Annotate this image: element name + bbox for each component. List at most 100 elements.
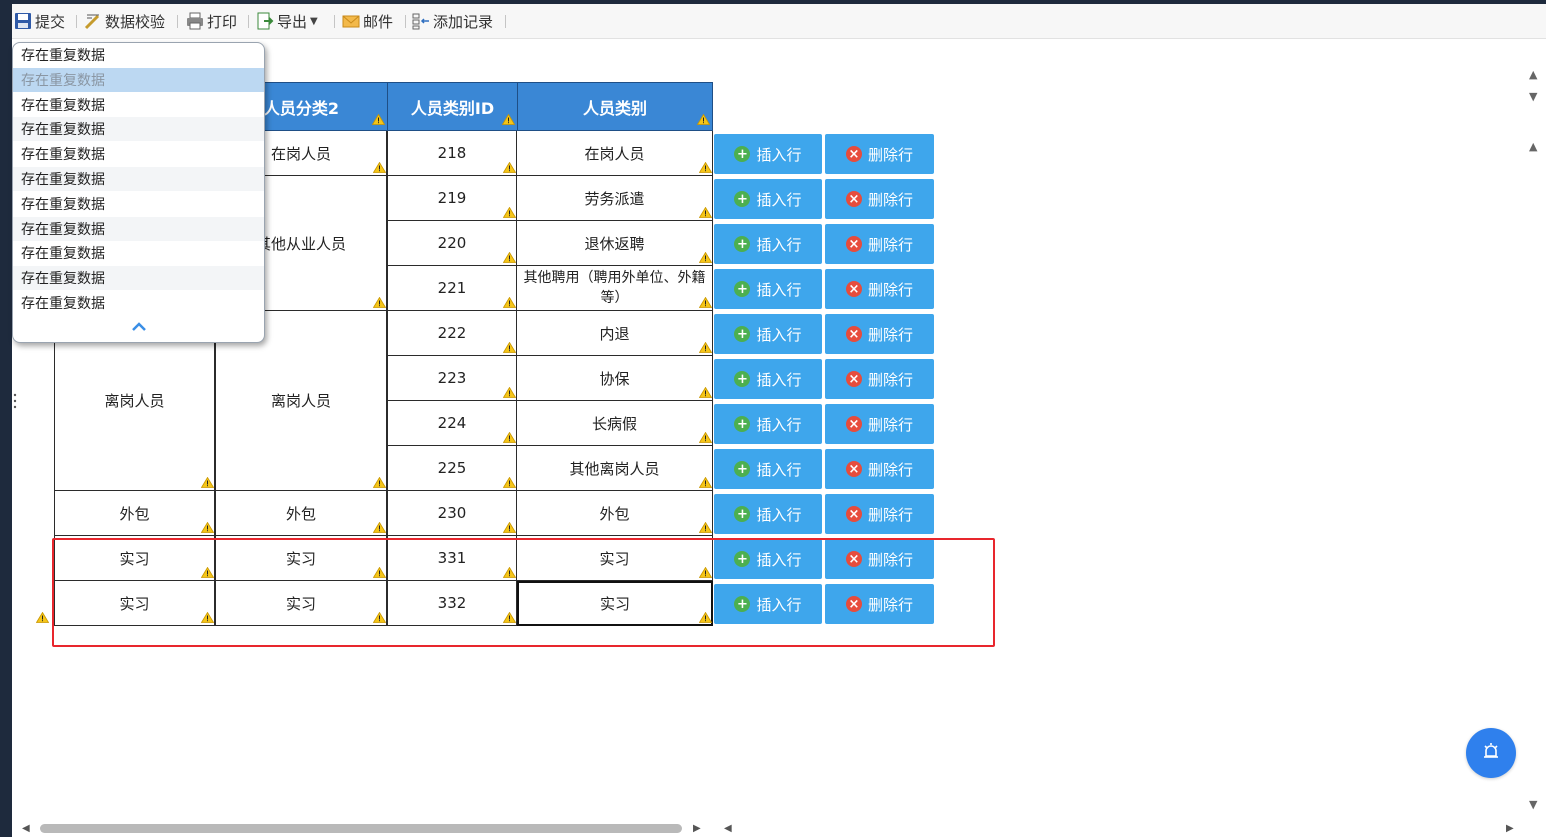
warning-icon — [503, 522, 516, 533]
category-id-cell[interactable]: 218 — [387, 131, 517, 176]
popup-item[interactable]: 存在重复数据 — [13, 43, 264, 67]
popup-item[interactable]: 存在重复数据 — [13, 291, 264, 315]
popup-item[interactable]: 存在重复数据 — [13, 67, 264, 92]
category-id-cell[interactable]: 225 — [387, 446, 517, 491]
collapse-chevron-icon[interactable] — [131, 321, 147, 333]
add-record-button[interactable]: 添加记录 — [412, 9, 493, 33]
scroll-left-icon[interactable]: ◀ — [724, 823, 732, 834]
horizontal-scrollbar-right[interactable]: ◀ ▶ — [720, 820, 1520, 836]
category-id-cell[interactable]: 221 — [387, 266, 517, 311]
delete-row-button[interactable]: × 删除行 — [825, 269, 934, 309]
cell-text: 长病假 — [591, 414, 637, 433]
category-type-cell[interactable]: 其他离岗人员 — [517, 446, 713, 491]
print-button[interactable]: 打印 — [186, 9, 237, 33]
insert-row-button[interactable]: + 插入行 — [714, 359, 822, 399]
scrollbar-thumb[interactable] — [40, 824, 682, 833]
category-type-cell[interactable]: 劳务派遣 — [517, 176, 713, 221]
category-id-cell[interactable]: 224 — [387, 401, 517, 446]
warning-icon — [503, 387, 516, 398]
validate-label: 数据校验 — [105, 12, 166, 31]
popup-item[interactable]: 存在重复数据 — [13, 93, 264, 117]
delete-row-button[interactable]: × 删除行 — [825, 179, 934, 219]
submit-button[interactable]: 提交 — [14, 9, 65, 33]
insert-row-button[interactable]: + 插入行 — [714, 224, 822, 264]
scroll-right-icon[interactable]: ▶ — [693, 823, 701, 834]
category-type-cell[interactable]: 外包 — [517, 491, 713, 536]
popup-item[interactable]: 存在重复数据 — [13, 167, 264, 191]
cell-text: 劳务派遣 — [584, 189, 645, 208]
mail-button[interactable]: 邮件 — [342, 9, 393, 33]
close-icon: × — [845, 371, 862, 387]
window-left-edge — [0, 0, 12, 837]
category-id-cell[interactable]: 230 — [387, 491, 517, 536]
insert-row-button[interactable]: + 插入行 — [714, 269, 822, 309]
warning-icon — [36, 612, 49, 623]
category1-cell[interactable]: 外包 — [54, 491, 215, 536]
cell-text: 其他聘用（聘用外单位、外籍等） — [523, 270, 706, 306]
delete-row-button[interactable]: × 删除行 — [825, 494, 934, 534]
resize-grip[interactable] — [13, 392, 17, 410]
popup-item[interactable]: 存在重复数据 — [13, 266, 264, 291]
delete-row-button[interactable]: × 删除行 — [825, 134, 934, 174]
popup-item[interactable]: 存在重复数据 — [13, 216, 264, 241]
category-type-cell[interactable]: 其他聘用（聘用外单位、外籍等） — [517, 266, 713, 311]
printer-icon — [186, 12, 204, 30]
column-header[interactable]: 人员类别ID — [387, 82, 518, 131]
print-label: 打印 — [207, 12, 238, 31]
insert-row-button[interactable]: + 插入行 — [714, 179, 822, 219]
close-icon: × — [845, 146, 862, 162]
scroll-down-icon[interactable]: ▼ — [1529, 90, 1537, 103]
warning-icon — [503, 477, 516, 488]
category-type-cell[interactable]: 在岗人员 — [517, 131, 713, 176]
validate-button[interactable]: 数据校验 — [84, 9, 165, 33]
warning-icon — [699, 342, 712, 353]
alarm-icon — [1481, 741, 1501, 765]
scroll-left-icon[interactable]: ◀ — [22, 823, 30, 834]
scroll-down-icon[interactable]: ▼ — [1529, 798, 1537, 811]
warning-icon — [502, 114, 515, 125]
export-dropdown[interactable]: 导出 ▼ — [256, 9, 318, 33]
save-icon — [14, 12, 32, 30]
scroll-up-icon[interactable]: ▲ — [1529, 140, 1537, 153]
plus-icon: + — [734, 371, 751, 387]
column-header[interactable]: 人员类别 — [517, 82, 713, 131]
close-icon: × — [845, 281, 862, 297]
cell-text: 222 — [437, 324, 467, 342]
category-id-cell[interactable]: 219 — [387, 176, 517, 221]
scroll-up-icon[interactable]: ▲ — [1529, 68, 1537, 81]
insert-row-button[interactable]: + 插入行 — [714, 314, 822, 354]
popup-item[interactable]: 存在重复数据 — [13, 241, 264, 265]
delete-row-button[interactable]: × 删除行 — [825, 224, 934, 264]
category2-cell[interactable]: 外包 — [215, 491, 387, 536]
toolbar-divider — [505, 15, 506, 28]
delete-row-button[interactable]: × 删除行 — [825, 404, 934, 444]
cell-text: 外包 — [119, 504, 150, 523]
plus-icon: + — [734, 506, 751, 522]
insert-row-button[interactable]: + 插入行 — [714, 404, 822, 444]
alarm-fab-button[interactable] — [1466, 728, 1516, 778]
delete-row-button[interactable]: × 删除行 — [825, 314, 934, 354]
category-type-cell[interactable]: 退休返聘 — [517, 221, 713, 266]
cell-text: 内退 — [599, 324, 630, 343]
category-type-cell[interactable]: 内退 — [517, 311, 713, 356]
insert-row-button[interactable]: + 插入行 — [714, 494, 822, 534]
close-icon: × — [845, 416, 862, 432]
category-type-cell[interactable]: 长病假 — [517, 401, 713, 446]
popup-item[interactable]: 存在重复数据 — [13, 192, 264, 216]
horizontal-scrollbar-left[interactable]: ◀ ▶ — [18, 820, 713, 836]
popup-item[interactable]: 存在重复数据 — [13, 117, 264, 142]
insert-row-button[interactable]: + 插入行 — [714, 134, 822, 174]
popup-item[interactable]: 存在重复数据 — [13, 142, 264, 166]
category-id-cell[interactable]: 222 — [387, 311, 517, 356]
insert-row-label: 插入行 — [756, 460, 802, 479]
delete-row-button[interactable]: × 删除行 — [825, 359, 934, 399]
insert-row-button[interactable]: + 插入行 — [714, 449, 822, 489]
category-id-cell[interactable]: 220 — [387, 221, 517, 266]
delete-row-button[interactable]: × 删除行 — [825, 449, 934, 489]
plus-icon: + — [734, 191, 751, 207]
toolbar-divider — [248, 15, 249, 28]
category-type-cell[interactable]: 协保 — [517, 356, 713, 401]
category-id-cell[interactable]: 223 — [387, 356, 517, 401]
cell-text: 离岗人员 — [270, 392, 331, 410]
scroll-right-icon[interactable]: ▶ — [1506, 823, 1514, 834]
